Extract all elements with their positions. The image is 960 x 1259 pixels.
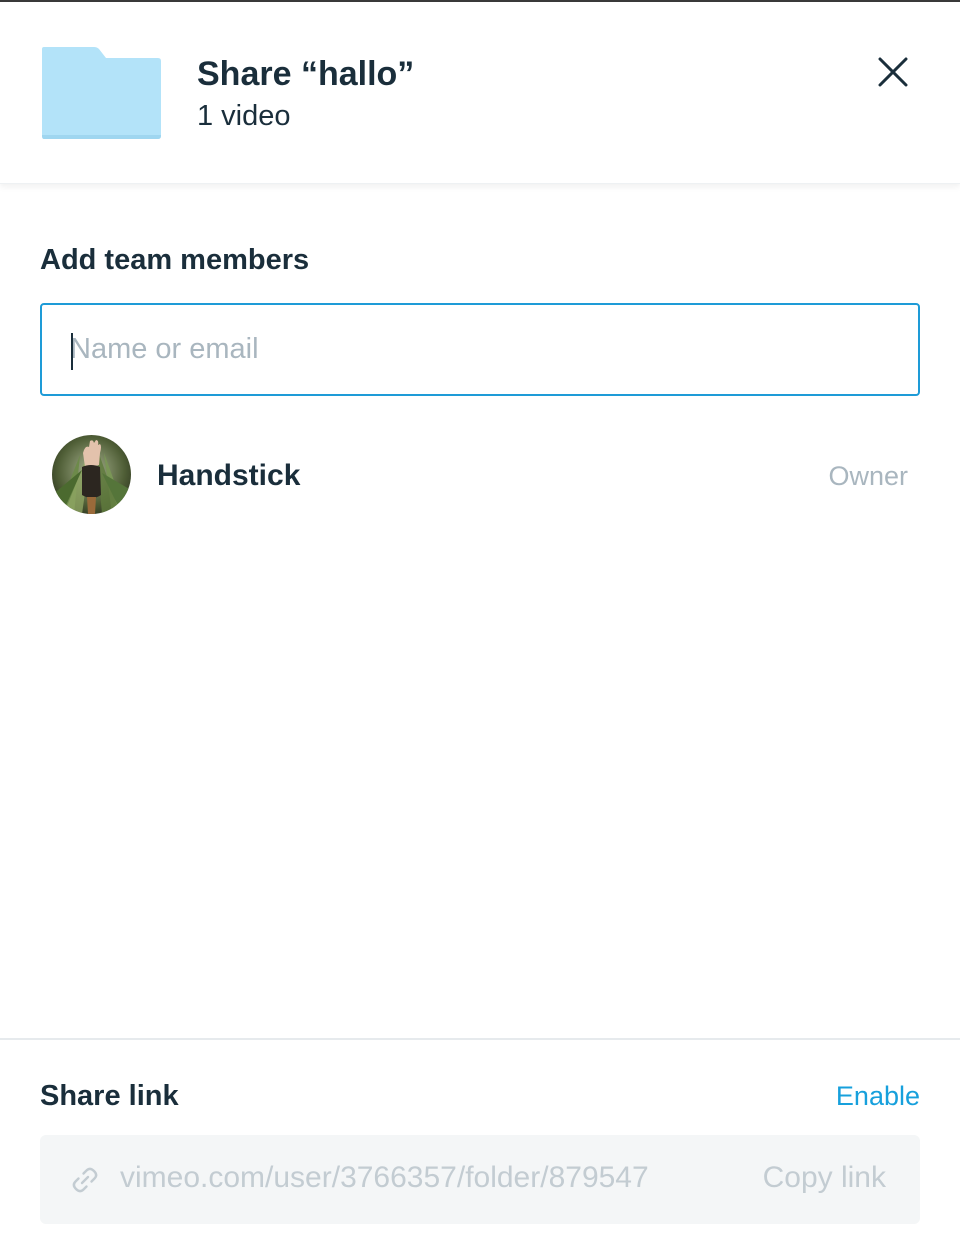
share-link-label: Share link [40, 1080, 179, 1112]
copy-link-button[interactable]: Copy link [763, 1161, 886, 1195]
share-dialog: Share “hallo” 1 video Add team members N… [0, 0, 960, 1259]
share-link-box: vimeo.com/user/3766357/folder/879547 Cop… [40, 1135, 920, 1224]
member-search-input[interactable] [70, 305, 890, 394]
dialog-title: Share “hallo” [197, 55, 415, 93]
close-button[interactable] [872, 52, 914, 94]
member-name: Handstick [157, 459, 301, 492]
share-link-url: vimeo.com/user/3766357/folder/879547 [120, 1161, 649, 1194]
dialog-header: Share “hallo” 1 video [0, 2, 960, 184]
member-role: Owner [828, 461, 908, 491]
link-icon [72, 1167, 98, 1193]
folder-icon [42, 47, 161, 139]
share-link-section: Share link Enable vimeo.com/user/3766357… [0, 1038, 960, 1259]
avatar [52, 435, 131, 514]
member-row: Handstick Owner [40, 432, 920, 518]
close-icon [878, 57, 908, 87]
enable-share-link-button[interactable]: Enable [836, 1081, 920, 1112]
video-count: 1 video [197, 100, 291, 132]
member-search-field[interactable] [40, 303, 920, 396]
add-team-members-label: Add team members [40, 244, 310, 276]
text-caret [71, 333, 73, 370]
